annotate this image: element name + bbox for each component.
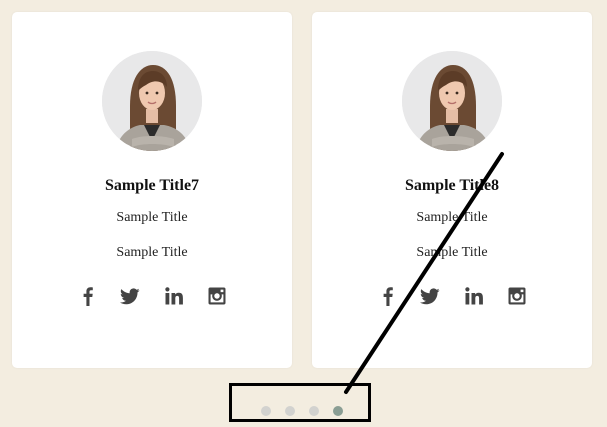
card-subtitle: Sample Title — [416, 210, 488, 225]
card-subtitle: Sample Title — [116, 210, 188, 225]
annotation-box — [229, 383, 371, 422]
carousel-dot[interactable] — [309, 406, 319, 416]
instagram-icon[interactable] — [507, 286, 527, 306]
carousel-dot[interactable] — [261, 406, 271, 416]
profile-card: Sample Title7 Sample Title Sample Title — [12, 12, 292, 368]
card-subtitle: Sample Title — [116, 245, 188, 260]
facebook-icon[interactable] — [78, 286, 98, 306]
instagram-icon[interactable] — [207, 286, 227, 306]
profile-card: Sample Title8 Sample Title Sample Title — [312, 12, 592, 368]
twitter-icon[interactable] — [120, 286, 140, 306]
avatar — [102, 51, 202, 151]
avatar — [402, 51, 502, 151]
card-title: Sample Title8 — [404, 177, 500, 194]
social-links — [12, 286, 292, 306]
social-links — [312, 286, 592, 306]
carousel-dot[interactable] — [285, 406, 295, 416]
linkedin-icon[interactable] — [464, 286, 484, 306]
facebook-icon[interactable] — [378, 286, 398, 306]
carousel-dot-active[interactable] — [333, 406, 343, 416]
linkedin-icon[interactable] — [164, 286, 184, 306]
twitter-icon[interactable] — [420, 286, 440, 306]
card-title: Sample Title7 — [104, 177, 200, 194]
card-subtitle: Sample Title — [416, 245, 488, 260]
